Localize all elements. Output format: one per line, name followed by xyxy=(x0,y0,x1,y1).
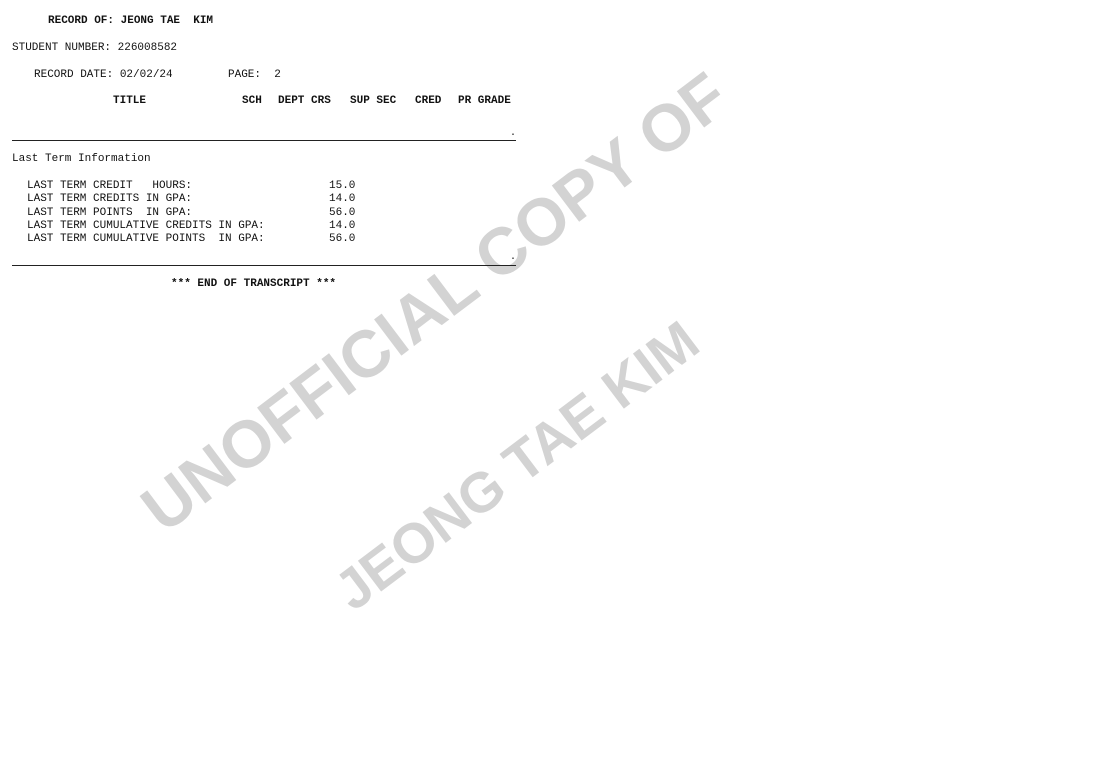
watermark-line-1: UNOFFICIAL COPY OF xyxy=(127,57,742,546)
col-dept-crs: DEPT CRS xyxy=(278,95,331,107)
record-of: RECORD OF: JEONG TAE KIM xyxy=(48,15,214,27)
student-number: STUDENT NUMBER: 226008582 xyxy=(12,42,178,54)
rule-dot: . xyxy=(510,252,517,263)
col-cred: CRED xyxy=(415,95,442,107)
col-sup-sec: SUP SEC xyxy=(350,95,397,107)
col-pr-grade: PR GRADE xyxy=(458,95,511,107)
last-term-label: LAST TERM CREDIT HOURS: xyxy=(27,180,193,192)
last-term-label: LAST TERM CUMULATIVE POINTS IN GPA: xyxy=(27,233,265,245)
last-term-label: LAST TERM CREDITS IN GPA: xyxy=(27,193,193,205)
section-title: Last Term Information xyxy=(12,153,151,165)
col-title: TITLE xyxy=(113,95,147,107)
rule-dot: . xyxy=(510,128,517,139)
end-of-transcript: *** END OF TRANSCRIPT *** xyxy=(171,278,337,290)
divider xyxy=(12,140,516,141)
last-term-label: LAST TERM POINTS IN GPA: xyxy=(27,207,193,219)
last-term-value: 15.0 xyxy=(329,180,356,192)
watermark-line-2: JEONG TAE KIM xyxy=(322,308,711,623)
last-term-value: 56.0 xyxy=(329,233,356,245)
col-sch: SCH xyxy=(242,95,262,107)
last-term-value: 14.0 xyxy=(329,193,356,205)
last-term-value: 14.0 xyxy=(329,220,356,232)
divider xyxy=(12,265,516,266)
last-term-value: 56.0 xyxy=(329,207,356,219)
last-term-label: LAST TERM CUMULATIVE CREDITS IN GPA: xyxy=(27,220,265,232)
page-number: PAGE: 2 xyxy=(228,69,281,81)
record-date: RECORD DATE: 02/02/24 xyxy=(34,69,173,81)
